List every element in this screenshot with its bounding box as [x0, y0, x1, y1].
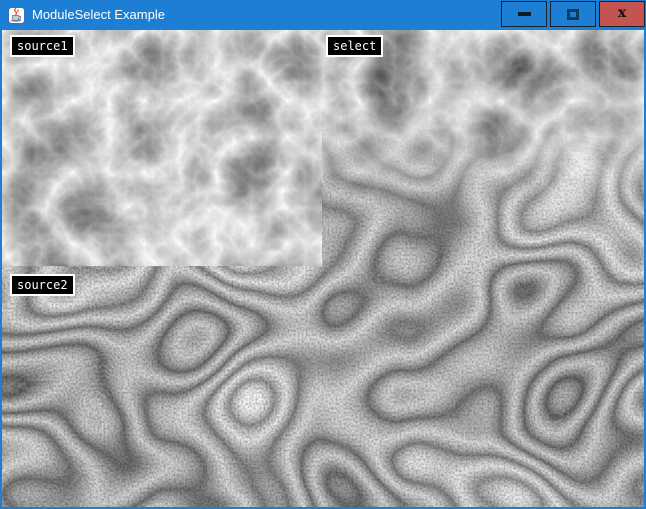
titlebar[interactable]: ModuleSelect Example x: [0, 0, 646, 30]
window-controls: x: [498, 1, 645, 27]
window-title: ModuleSelect Example: [32, 0, 165, 30]
select-image: [322, 30, 644, 266]
maximize-button[interactable]: [550, 1, 596, 27]
minimize-button[interactable]: [501, 1, 547, 27]
label-select: select: [326, 35, 383, 57]
java-coffee-cup-icon: [8, 7, 25, 24]
label-source1: source1: [10, 35, 75, 57]
noise-render: [2, 30, 644, 507]
canvas-area: source1 select source2: [2, 30, 644, 507]
close-button[interactable]: x: [599, 1, 645, 27]
close-icon: x: [618, 6, 626, 20]
app-window: ModuleSelect Example x: [0, 0, 646, 509]
maximize-icon: [567, 9, 579, 20]
label-source2: source2: [10, 274, 75, 296]
source2-image: [2, 266, 644, 507]
minimize-icon: [518, 12, 531, 16]
